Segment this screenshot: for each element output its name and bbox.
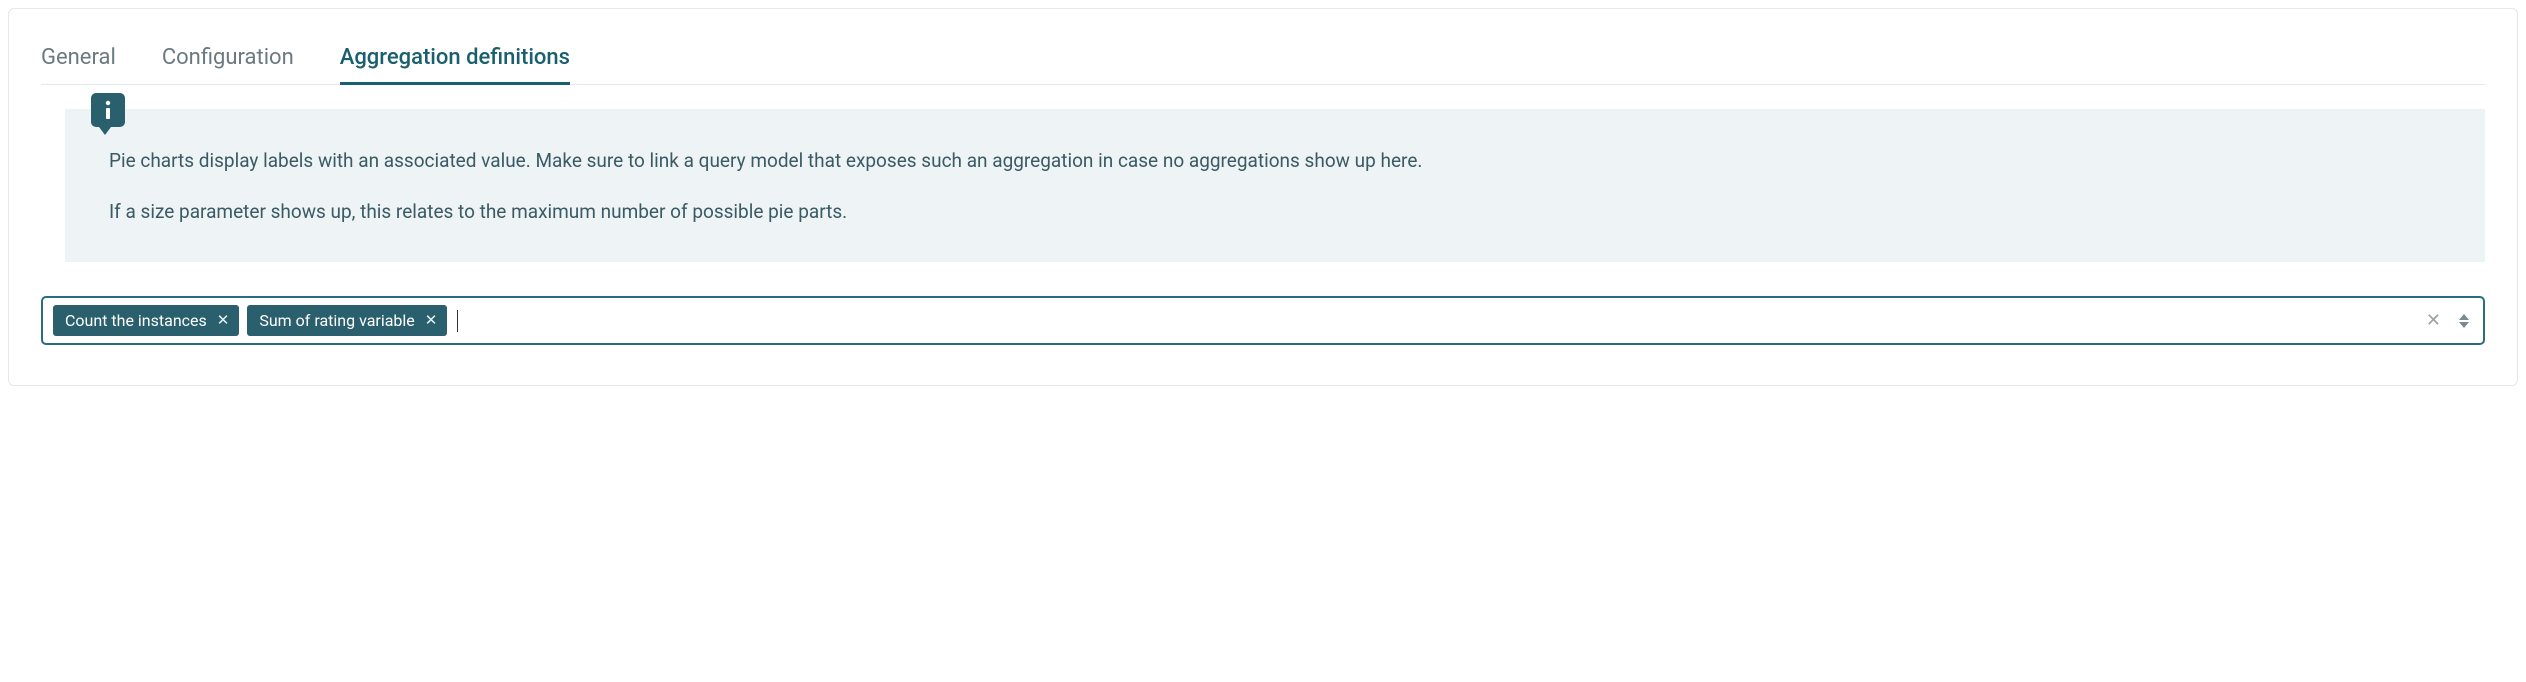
chevron-up-icon xyxy=(2459,314,2469,320)
tag-item: Sum of rating variable ✕ xyxy=(247,305,447,336)
info-icon xyxy=(91,93,125,127)
text-cursor xyxy=(457,310,458,332)
tag-item: Count the instances ✕ xyxy=(53,305,239,336)
settings-panel: General Configuration Aggregation defini… xyxy=(8,8,2518,386)
info-line-2: If a size parameter shows up, this relat… xyxy=(109,198,2449,227)
info-text: Pie charts display labels with an associ… xyxy=(109,147,2449,226)
tab-aggregation-definitions[interactable]: Aggregation definitions xyxy=(340,37,570,84)
tag-remove-icon[interactable]: ✕ xyxy=(425,313,438,328)
info-box: Pie charts display labels with an associ… xyxy=(65,109,2485,262)
aggregation-multiselect[interactable]: Count the instances ✕ Sum of rating vari… xyxy=(41,296,2485,345)
tab-general[interactable]: General xyxy=(41,37,116,84)
tab-configuration[interactable]: Configuration xyxy=(162,37,294,84)
tabs: General Configuration Aggregation defini… xyxy=(41,37,2485,85)
chevron-down-icon xyxy=(2459,322,2469,328)
info-line-1: Pie charts display labels with an associ… xyxy=(109,147,2449,176)
clear-all-icon[interactable]: ✕ xyxy=(2420,310,2447,331)
select-spinner[interactable] xyxy=(2455,314,2473,328)
tag-label: Count the instances xyxy=(65,311,207,330)
tag-remove-icon[interactable]: ✕ xyxy=(217,313,230,328)
tag-label: Sum of rating variable xyxy=(259,311,414,330)
